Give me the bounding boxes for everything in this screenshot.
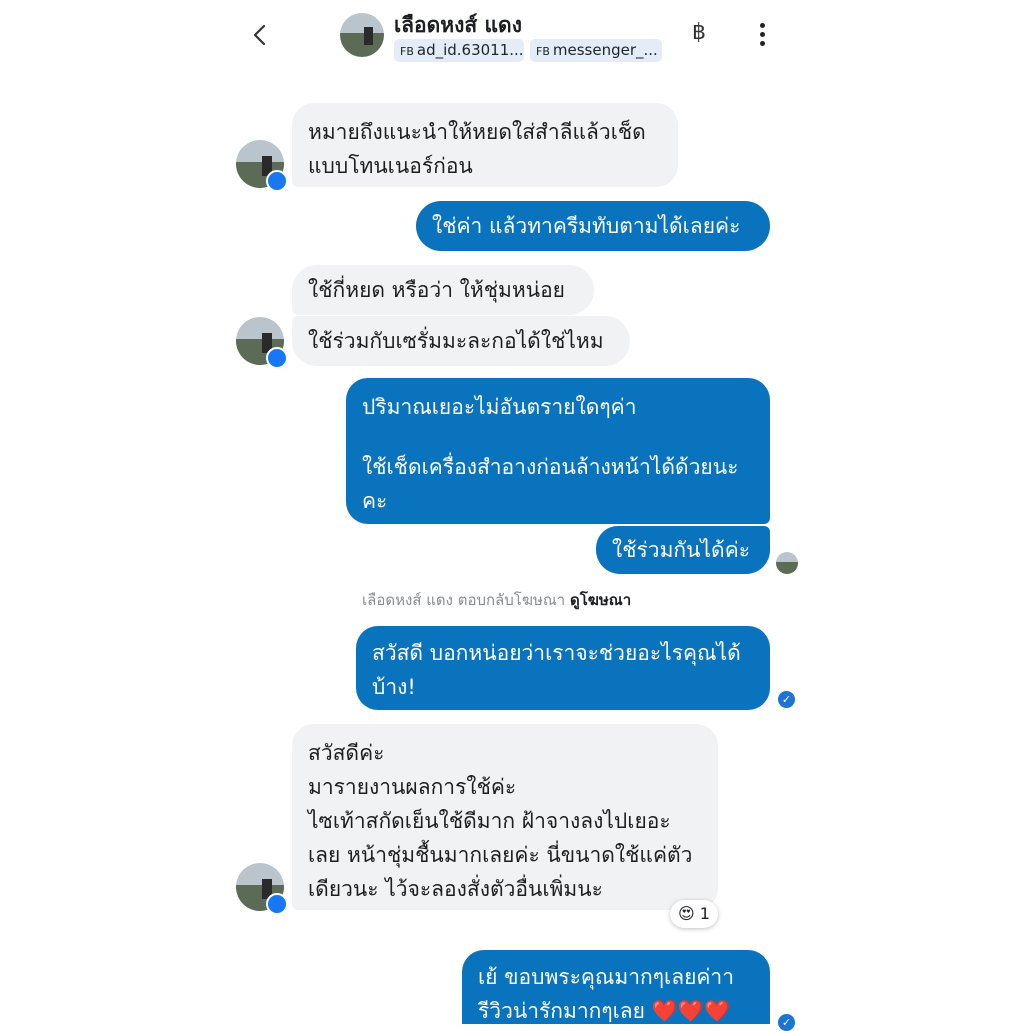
message-line: ไซเท้าสกัดเย็นใช้ดีมาก ฝ้าจางลงไปเยอะ — [308, 809, 671, 833]
messenger-chip[interactable]: FB messenger_... — [530, 39, 662, 62]
messenger-badge-icon — [266, 893, 288, 915]
ad-reply-text: เลือดหงส์ แดง ตอบกลับโฆษณา — [362, 591, 566, 609]
message-line: เดียวนะ ไว้จะลองสั่งตัวอื่นเพิ่มนะ — [308, 877, 603, 901]
view-ad-link[interactable]: ดูโฆษณา — [570, 591, 631, 609]
baht-payment-button[interactable]: ฿ — [692, 20, 706, 45]
incoming-message[interactable]: สวัสดีค่ะ มารายงานผลการใช้ค่ะ ไซเท้าสกัด… — [292, 724, 718, 910]
message-line: ใช้กี่หยด หรือว่า ให้ชุ่มหน่อย — [308, 278, 565, 302]
chevron-left-icon — [253, 24, 266, 46]
message-line: ใช้เช็ดเครื่องสำอางก่อนล้างหน้าได้ด้วยนะ — [362, 455, 739, 479]
message-line: บ้าง! — [372, 675, 416, 699]
back-button[interactable] — [250, 20, 270, 50]
message-line: เย้ ขอบพระคุณมากๆเลยค่าา — [478, 965, 734, 989]
chip-label: messenger_... — [552, 41, 658, 59]
message-line: รีวิวน่ารักมากๆเลย ❤️❤️❤️ — [478, 999, 731, 1023]
contact-name: เลือดหงส์ แดง — [394, 13, 522, 37]
heart-eyes-emoji-icon: 😍 — [678, 904, 695, 923]
outgoing-message[interactable]: เย้ ขอบพระคุณมากๆเลยค่าา รีวิวน่ารักมากๆ… — [462, 950, 770, 1024]
incoming-message[interactable]: ใช้ร่วมกับเซรั่มมะละกอได้ใช่ไหม — [292, 316, 630, 366]
message-line: แบบโทนเนอร์ก่อน — [308, 154, 473, 178]
chip-label: ad_id.63011... — [416, 41, 524, 59]
message-line: ใช้ร่วมกับเซรั่มมะละกอได้ใช่ไหม — [308, 329, 604, 353]
message-line: ใช่ค่า แล้วทาครีมทับตามได้เลยค่ะ — [432, 214, 741, 238]
message-line: คะ — [362, 489, 388, 513]
messenger-badge-icon — [266, 347, 288, 369]
message-line: สวัสดี บอกหน่อยว่าเราจะช่วยอะไรคุณได้ — [372, 641, 741, 665]
fb-label: FB — [536, 45, 550, 58]
delivered-check-icon: ✓ — [778, 1014, 795, 1031]
message-line: ปริมาณเยอะไม่อันตรายใดๆค่า — [362, 395, 637, 419]
ad-id-chip[interactable]: FB ad_id.63011... — [394, 39, 524, 62]
reaction-count: 1 — [699, 904, 710, 923]
message-line: สวัสดีค่ะ — [308, 741, 385, 765]
ad-reply-notice: เลือดหงส์ แดง ตอบกลับโฆษณา ดูโฆษณา — [362, 588, 631, 612]
outgoing-message[interactable]: ใช่ค่า แล้วทาครีมทับตามได้เลยค่ะ — [416, 201, 770, 251]
message-line: เลย หน้าชุ่มชื้นมากเลยค่ะ นี่ขนาดใช้แค่ต… — [308, 843, 693, 867]
message-line — [362, 424, 754, 450]
messenger-badge-icon — [266, 170, 288, 192]
seen-avatar — [776, 552, 798, 574]
message-line: หมายถึงแนะนำให้หยดใส่สำลีแล้วเช็ด — [308, 120, 646, 144]
fb-label: FB — [400, 45, 414, 58]
incoming-message[interactable]: หมายถึงแนะนำให้หยดใส่สำลีแล้วเช็ด แบบโทน… — [292, 103, 678, 187]
outgoing-message[interactable]: สวัสดี บอกหน่อยว่าเราจะช่วยอะไรคุณได้ บ้… — [356, 626, 770, 710]
more-options-button[interactable] — [752, 20, 772, 50]
reaction-badge[interactable]: 😍 1 — [670, 900, 718, 928]
outgoing-message[interactable]: ใช้ร่วมกันได้ค่ะ — [596, 526, 770, 574]
delivered-check-icon: ✓ — [778, 691, 795, 708]
message-line: ใช้ร่วมกันได้ค่ะ — [612, 538, 751, 562]
incoming-message[interactable]: ใช้กี่หยด หรือว่า ให้ชุ่มหน่อย — [292, 265, 594, 315]
contact-avatar[interactable] — [340, 13, 384, 57]
outgoing-message[interactable]: ปริมาณเยอะไม่อันตรายใดๆค่า ใช้เช็ดเครื่อ… — [346, 378, 770, 524]
message-line: มารายงานผลการใช้ค่ะ — [308, 775, 517, 799]
